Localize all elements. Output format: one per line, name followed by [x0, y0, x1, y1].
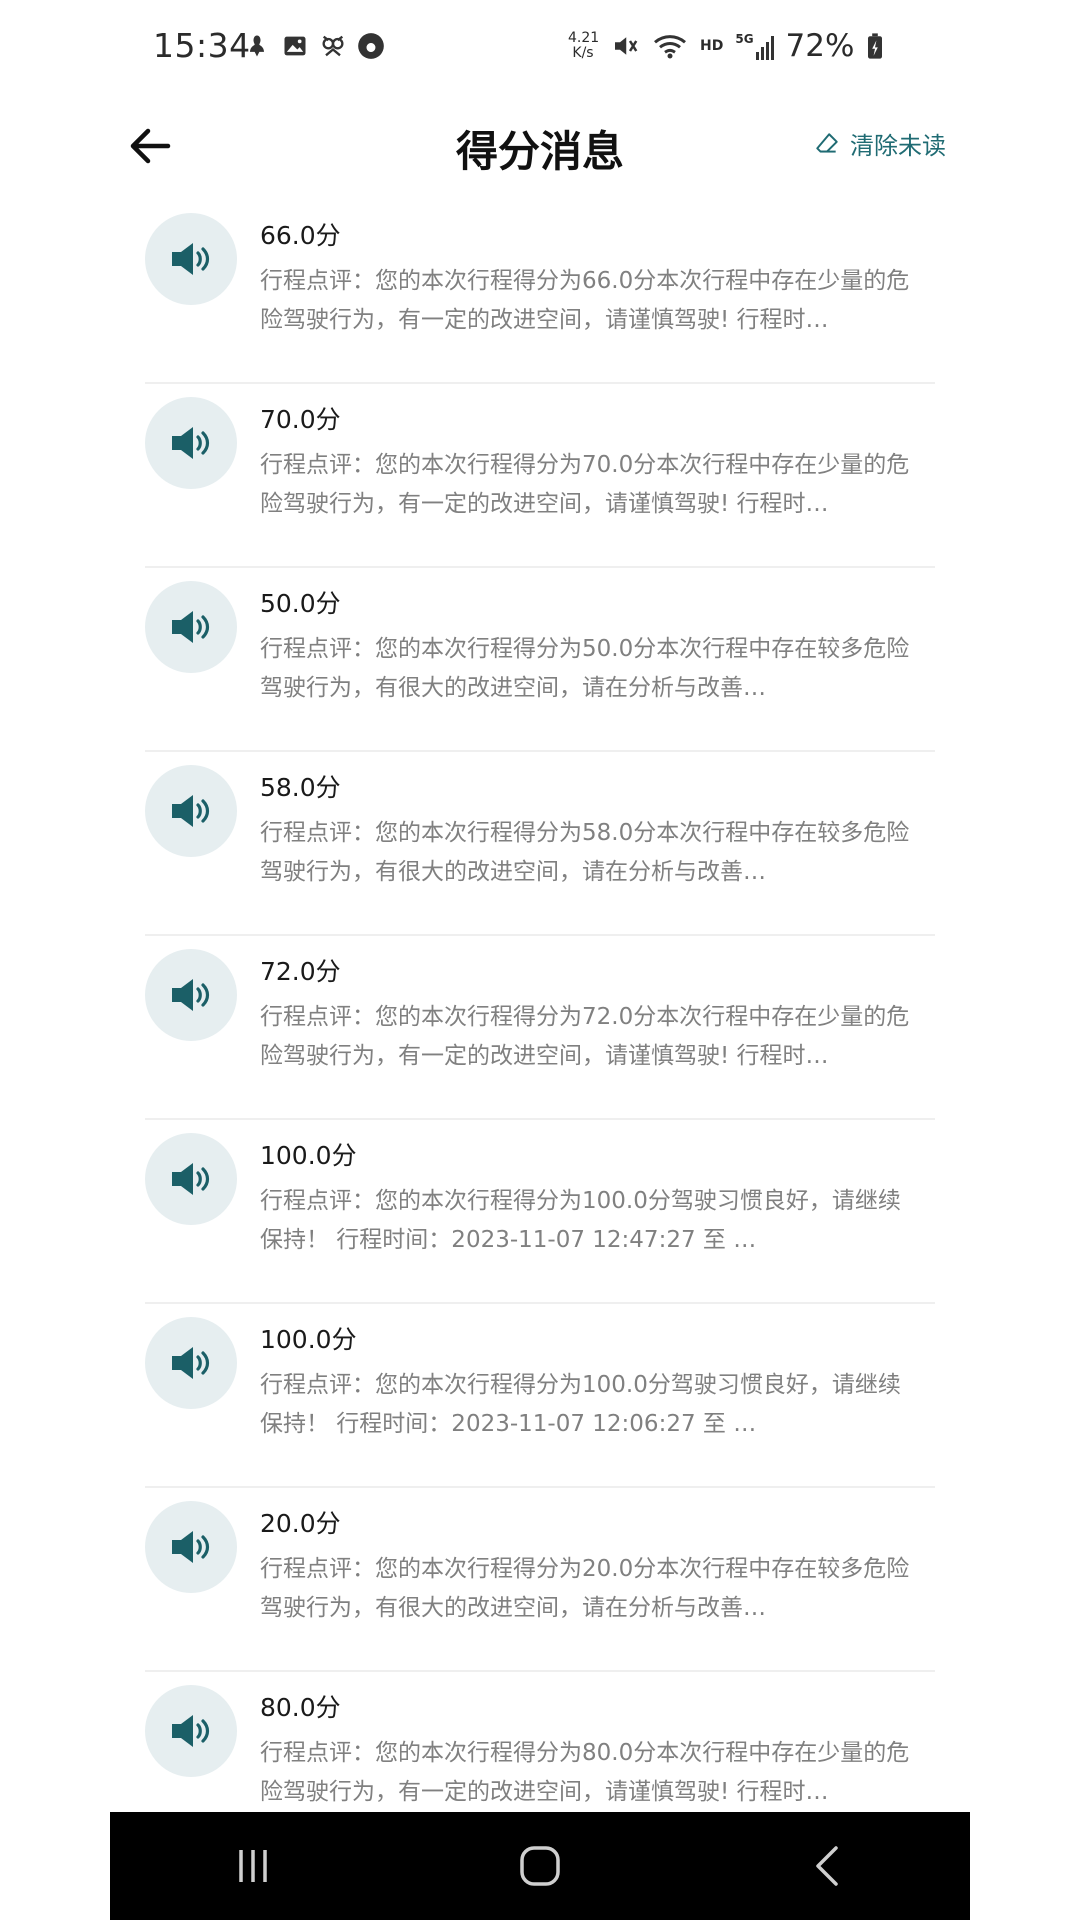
list-item[interactable]: 80.0分 行程点评：您的本次行程得分为80.0分本次行程中存在少量的危险驾驶行… — [145, 1672, 935, 1812]
home-icon — [520, 1846, 560, 1886]
speaker-icon — [172, 427, 210, 459]
message-score: 100.0分 — [260, 1325, 357, 1354]
message-body: 行程点评：您的本次行程得分为70.0分本次行程中存在少量的危险驾驶行为，有一定的… — [260, 452, 910, 517]
navigation-bar — [110, 1812, 970, 1920]
eraser-icon — [816, 132, 838, 153]
message-score: 20.0分 — [260, 1509, 341, 1538]
hd-label: HD — [700, 38, 724, 54]
status-bar: 15:34 ● 4.21 K/s HD 5G 72% — [0, 0, 1080, 96]
speaker-icon — [172, 1163, 210, 1195]
list-item[interactable]: 20.0分 行程点评：您的本次行程得分为20.0分本次行程中存在较多危险驾驶行为… — [145, 1488, 935, 1672]
wifi-icon — [654, 35, 686, 59]
message-score: 72.0分 — [260, 957, 341, 986]
recents-icon — [239, 1850, 268, 1882]
speaker-icon — [172, 243, 210, 275]
message-score: 100.0分 — [260, 1141, 357, 1170]
clear-unread-button[interactable]: 清除未读 — [814, 126, 946, 161]
list-item[interactable]: 58.0分 行程点评：您的本次行程得分为58.0分本次行程中存在较多危险驾驶行为… — [145, 752, 935, 936]
message-body: 行程点评：您的本次行程得分为58.0分本次行程中存在较多危险驾驶行为，有很大的改… — [260, 820, 910, 885]
system-status-icons: 4.21 K/s HD 5G 72% — [568, 28, 884, 64]
message-score: 50.0分 — [260, 589, 341, 618]
network-speed-value: 4.21 — [568, 30, 600, 46]
message-list[interactable]: 66.0分 行程点评：您的本次行程得分为66.0分本次行程中存在少量的危险驾驶行… — [0, 200, 1080, 1812]
network-speed: 4.21 K/s — [568, 30, 600, 61]
battery-percent: 72% — [785, 28, 855, 64]
home-button[interactable] — [500, 1836, 580, 1896]
message-score: 70.0分 — [260, 405, 341, 434]
avatar — [145, 581, 237, 673]
list-item[interactable]: 100.0分 行程点评：您的本次行程得分为100.0分驾驶习惯良好，请继续保持！… — [145, 1120, 935, 1304]
notification-icons: ● — [243, 32, 385, 60]
avatar — [145, 1685, 237, 1777]
avatar — [145, 1501, 237, 1593]
app-notification-icon — [250, 35, 264, 57]
network-speed-unit: K/s — [572, 45, 594, 61]
speaker-icon — [172, 1347, 210, 1379]
mute-icon — [615, 37, 638, 55]
owl-app-icon — [322, 35, 344, 57]
header: 得分消息 清除未读 — [0, 96, 1080, 196]
recents-button[interactable] — [213, 1836, 293, 1896]
speaker-icon — [172, 795, 210, 827]
message-body: 行程点评：您的本次行程得分为50.0分本次行程中存在较多危险驾驶行为，有很大的改… — [260, 636, 910, 701]
gallery-icon — [284, 36, 306, 56]
avatar — [145, 949, 237, 1041]
message-body: 行程点评：您的本次行程得分为20.0分本次行程中存在较多危险驾驶行为，有很大的改… — [260, 1556, 910, 1621]
speaker-icon — [172, 1531, 210, 1563]
message-score: 58.0分 — [260, 773, 341, 802]
message-body: 行程点评：您的本次行程得分为72.0分本次行程中存在少量的危险驾驶行为，有一定的… — [260, 1004, 910, 1069]
list-item[interactable]: 100.0分 行程点评：您的本次行程得分为100.0分驾驶习惯良好，请继续保持！… — [145, 1304, 935, 1488]
message-score: 66.0分 — [260, 221, 341, 250]
message-body: 行程点评：您的本次行程得分为100.0分驾驶习惯良好，请继续保持！ 行程时间：2… — [260, 1372, 901, 1437]
avatar — [145, 765, 237, 857]
list-item[interactable]: 66.0分 行程点评：您的本次行程得分为66.0分本次行程中存在少量的危险驾驶行… — [145, 200, 935, 384]
list-item[interactable]: 70.0分 行程点评：您的本次行程得分为70.0分本次行程中存在少量的危险驾驶行… — [145, 384, 935, 568]
avatar — [145, 1317, 237, 1409]
list-item[interactable]: 72.0分 行程点评：您的本次行程得分为72.0分本次行程中存在少量的危险驾驶行… — [145, 936, 935, 1120]
message-score: 80.0分 — [260, 1693, 341, 1722]
status-time: 15:34 — [153, 26, 251, 65]
message-body: 行程点评：您的本次行程得分为66.0分本次行程中存在少量的危险驾驶行为，有一定的… — [260, 268, 910, 333]
avatar — [145, 397, 237, 489]
avatar — [145, 213, 237, 305]
system-back-button[interactable] — [787, 1836, 867, 1896]
battery-charging-icon — [868, 33, 883, 59]
clear-unread-label: 清除未读 — [850, 132, 946, 160]
speaker-icon — [172, 979, 210, 1011]
app-badge-icon: ● — [358, 33, 384, 59]
speaker-icon — [172, 611, 210, 643]
back-icon — [815, 1846, 838, 1886]
message-body: 行程点评：您的本次行程得分为100.0分驾驶习惯良好，请继续保持！ 行程时间：2… — [260, 1188, 901, 1253]
avatar — [145, 1133, 237, 1225]
signal-icon: 5G — [735, 32, 774, 60]
message-body: 行程点评：您的本次行程得分为80.0分本次行程中存在少量的危险驾驶行为，有一定的… — [260, 1740, 910, 1805]
signal-label: 5G — [735, 32, 754, 46]
svg-text:●: ● — [366, 40, 376, 54]
speaker-icon — [172, 1715, 210, 1747]
list-item[interactable]: 50.0分 行程点评：您的本次行程得分为50.0分本次行程中存在较多危险驾驶行为… — [145, 568, 935, 752]
